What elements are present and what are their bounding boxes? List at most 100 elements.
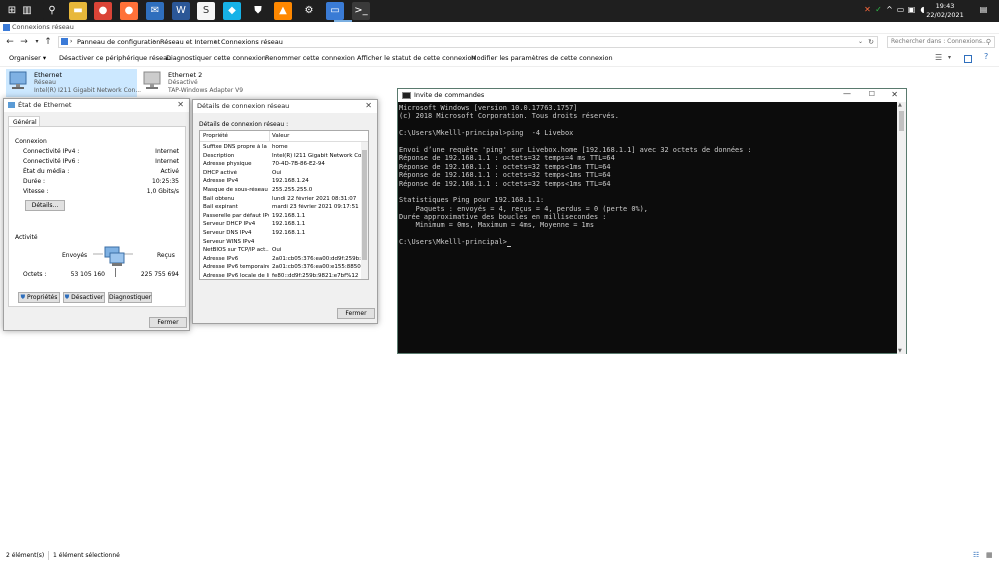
change-settings-button[interactable]: Modifier les paramètres de cette connexi…	[471, 54, 613, 62]
console-line: Réponse de 192.168.1.1 : octets=32 temps…	[399, 162, 611, 171]
settings-icon[interactable]: ⚙	[300, 2, 318, 20]
column-value[interactable]: Valeur	[272, 133, 289, 139]
up-icon[interactable]: ↑	[43, 36, 53, 48]
breadcrumb-item[interactable]: Connexions réseau	[221, 37, 283, 47]
search-icon[interactable]: ⚲	[43, 2, 61, 20]
task-view-icon[interactable]: ▥	[18, 2, 36, 20]
console-line: Durée approximative des boucles en milli…	[399, 213, 607, 222]
system-tray: ✕ ✓ ^ ▭ ▣ ◖ 19:43 22/02/2021 ▤	[863, 0, 993, 22]
search-icon: ⚲	[985, 38, 991, 46]
command-bar: Organiser ▾ Désactiver ce périphérique r…	[0, 50, 999, 67]
organize-button[interactable]: Organiser ▾	[9, 54, 46, 62]
command-prompt-window[interactable]: Invite de commandes — ☐ ✕ Microsoft Wind…	[397, 88, 907, 354]
word-icon[interactable]: W	[172, 2, 190, 20]
close-icon[interactable]: ✕	[177, 100, 184, 109]
field-value: Internet	[155, 158, 179, 165]
adapter-ethernet[interactable]: Ethernet Réseau Intel(R) I211 Gigabit Ne…	[6, 69, 141, 97]
list-scrollbar[interactable]	[361, 142, 368, 279]
file-explorer-icon[interactable]: ▬	[69, 2, 87, 20]
tool-icon[interactable]: ✕	[863, 5, 872, 15]
close-icon[interactable]: ✕	[891, 90, 898, 99]
console-output[interactable]: Microsoft Windows [version 10.0.17763.17…	[399, 104, 897, 352]
list-item[interactable]: Adresse IPv6 locale de li... fe80::dd9f:2…	[200, 272, 368, 279]
disable-button[interactable]: ⛊ Désactiver	[63, 292, 105, 303]
view-options-icon[interactable]: ☰	[935, 53, 942, 62]
network-icon[interactable]: ▣	[907, 5, 916, 15]
octets-sent: 53 105 160	[70, 271, 105, 278]
console-line: C:\Users\Mkelll-principal>ping -4 Livebo…	[399, 129, 574, 138]
disable-device-button[interactable]: Désactiver ce périphérique réseau	[59, 54, 171, 62]
close-button[interactable]: Fermer	[149, 317, 187, 328]
control-panel-icon	[61, 38, 68, 45]
breadcrumb-item[interactable]: Panneau de configuration	[77, 37, 160, 47]
scroll-thumb[interactable]	[899, 111, 904, 131]
vlc-icon[interactable]: ▲	[274, 2, 292, 20]
terminal-icon[interactable]: >_	[352, 2, 370, 20]
diagnose-button[interactable]: Diagnostiquer cette connexion	[166, 54, 266, 62]
large-icons-view-icon[interactable]: ▦	[986, 551, 993, 559]
search-input[interactable]: Rechercher dans : Connexions... ⚲	[887, 36, 995, 48]
chrome-icon[interactable]: ●	[94, 2, 112, 20]
diagnose-button[interactable]: Diagnostiquer	[108, 292, 152, 303]
breadcrumb-item[interactable]: Réseau et Internet	[160, 37, 220, 47]
chevron-up-icon[interactable]: ^	[885, 5, 894, 15]
field-label: État du média :	[23, 168, 70, 175]
tab-panel: Connexion Connectivité IPv4 : Internet Con…	[8, 126, 186, 307]
minimize-icon[interactable]: —	[843, 89, 851, 98]
details-button[interactable]: Détails...	[25, 200, 65, 211]
field-label: Connectivité IPv4 :	[23, 148, 80, 155]
maximize-icon[interactable]: ☐	[869, 90, 875, 98]
security-icon[interactable]: ⛊	[249, 2, 267, 20]
details-list[interactable]: Propriété Valeur Suffixe DNS propre à la…	[199, 130, 369, 280]
close-icon[interactable]: ✕	[365, 101, 372, 110]
preview-pane-icon[interactable]	[964, 55, 972, 63]
close-button[interactable]: Fermer	[337, 308, 375, 319]
refresh-icon[interactable]: ↻	[868, 37, 874, 47]
scroll-down-icon[interactable]: ▼	[898, 348, 902, 354]
console-line: Réponse de 192.168.1.1 : octets=32 temps…	[399, 154, 615, 163]
details-view-icon[interactable]: ☷	[973, 551, 979, 559]
breadcrumb[interactable]: › Panneau de configuration › Réseau et I…	[58, 36, 878, 48]
sublime-icon[interactable]: S	[197, 2, 215, 20]
mail-icon[interactable]: ✉	[146, 2, 164, 20]
console-line: (c) 2018 Microsoft Corporation. Tous dro…	[399, 112, 619, 121]
properties-button[interactable]: ⛊ Propriétés	[18, 292, 60, 303]
activity-divider	[115, 268, 116, 277]
console-line: Réponse de 192.168.1.1 : octets=32 temps…	[399, 179, 611, 188]
field-value: Internet	[155, 148, 179, 155]
forward-icon[interactable]: →	[19, 36, 29, 48]
folder-icon[interactable]: ▭	[896, 5, 905, 15]
clock[interactable]: 19:43 22/02/2021	[923, 2, 967, 20]
scroll-up-icon[interactable]: ▲	[898, 102, 902, 108]
console-line: C:\Users\Mkelll-principal>	[399, 238, 897, 247]
notifications-icon[interactable]: ▤	[979, 5, 988, 15]
console-line: Envoi d’une requête 'ping' sur Livebox.h…	[399, 145, 752, 154]
network-icon	[8, 102, 15, 108]
network-adapter-disabled-icon	[143, 71, 161, 89]
taskbar: ⊞ ▥ ⚲ ▬ ● ● ✉ W S ◆ ⛊ ▲ ⚙ ▭ >_ ✕ ✓ ^ ▭ ▣ ◖ 19:43 22/0…	[0, 0, 999, 22]
address-bar: ← → ▾ ↑ › Panneau de configuration › Rés…	[0, 34, 999, 50]
rename-button[interactable]: Renommer cette connexion	[265, 54, 355, 62]
firefox-icon[interactable]: ●	[120, 2, 138, 20]
remote-desktop-icon[interactable]: ▭	[326, 2, 344, 20]
field-value: 1,0 Gbits/s	[146, 188, 179, 195]
scroll-thumb[interactable]	[362, 150, 367, 260]
dialog-titlebar: État de Ethernet ✕	[4, 99, 189, 112]
explorer-statusbar: 2 élément(s) 1 élément sélectionné ☷ ▦	[0, 549, 999, 562]
help-icon[interactable]: ?	[984, 52, 988, 61]
text-cursor	[506, 245, 511, 247]
chevron-down-icon[interactable]: ⌄	[858, 37, 863, 47]
chevron-down-icon[interactable]: ▾	[948, 54, 951, 61]
adapter-ethernet-2[interactable]: Ethernet 2 Désactivé TAP-Windows Adapter…	[140, 69, 270, 97]
recent-chevron-icon[interactable]: ▾	[32, 36, 42, 48]
network-adapter-icon	[9, 71, 27, 89]
kodi-icon[interactable]: ◆	[223, 2, 241, 20]
console-line: Paquets : envoyés = 4, reçus = 4, perdus…	[399, 204, 648, 213]
column-property[interactable]: Propriété	[203, 133, 228, 139]
field-label: Connectivité IPv6 :	[23, 158, 80, 165]
view-status-button[interactable]: Afficher le statut de cette connexion	[357, 54, 476, 62]
console-scrollbar[interactable]: ▲ ▼	[897, 102, 906, 354]
back-icon[interactable]: ←	[5, 36, 15, 48]
shield-check-icon[interactable]: ✓	[874, 5, 883, 15]
